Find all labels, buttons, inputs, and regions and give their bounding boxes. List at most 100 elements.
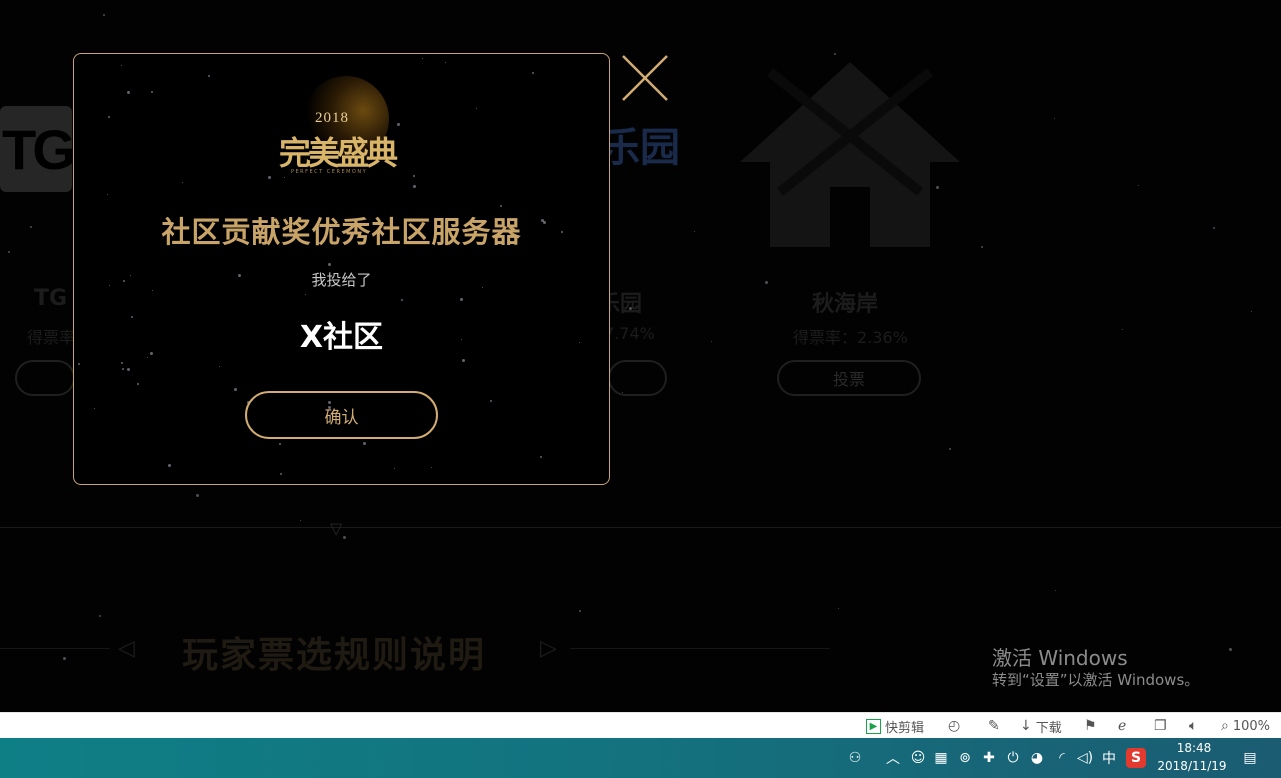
title-rule-right (570, 648, 830, 649)
server-logo-leyuan: 乐园 (600, 125, 680, 171)
quick-clip-label: 快剪辑 (885, 720, 925, 736)
flag-icon: ⚑ (1084, 718, 1097, 734)
card-name-tg: TG (34, 286, 68, 311)
window-icon: ❐ (1154, 718, 1167, 734)
star-speck (127, 368, 130, 371)
ime-indicator[interactable]: 中 (1099, 748, 1119, 768)
ie-icon: ℯ (1118, 718, 1127, 734)
star-speck (121, 65, 122, 66)
star-speck (1229, 648, 1232, 651)
server-logo-tg: TG (0, 106, 76, 192)
star-speck (63, 657, 66, 660)
star-speck (401, 299, 403, 301)
voted-choice: X社区 (299, 320, 384, 355)
speaker-icon: 🔈︎ (1189, 718, 1198, 734)
clock-date[interactable]: 2018/11/19 (1152, 759, 1232, 773)
steam-icon[interactable]: ⊚ (955, 748, 975, 768)
star-speck (280, 473, 282, 475)
magnifier-icon: ⌕ (1221, 718, 1229, 734)
chevron-up-icon[interactable]: ︿ (883, 748, 903, 768)
pin-icon: ✎ (988, 718, 1000, 734)
star-speck (78, 363, 80, 365)
star-speck (711, 341, 712, 342)
clock-time[interactable]: 18:48 (1164, 741, 1224, 755)
vote-button-qiuhaian[interactable]: 投票 (777, 360, 921, 396)
people-icon[interactable]: ⚇ (845, 748, 865, 768)
star-speck (500, 205, 502, 207)
star-speck (540, 456, 542, 458)
star-speck (532, 72, 534, 74)
browser-status-bar: ▶ 快剪辑 ◴ ✎ ↓ 下载 ⚑ ℯ ❐ 🔈︎ ⌕ 100% (0, 712, 1281, 738)
emblem-name: 完美盛典 (279, 134, 398, 172)
star-speck (268, 176, 271, 179)
confirm-button[interactable]: 确认 (245, 391, 438, 439)
section-divider (0, 527, 1281, 528)
rules-section-title: 玩家票选规则说明 (182, 635, 487, 676)
star-speck (151, 91, 153, 93)
vote-button-tg[interactable] (15, 360, 75, 396)
star-speck (152, 290, 153, 291)
window-button[interactable]: ❐ (1154, 717, 1167, 735)
star-speck (1213, 227, 1215, 229)
volume-button[interactable]: 🔈︎ (1189, 717, 1197, 735)
star-speck (168, 464, 171, 467)
windows-taskbar: ⚇ ︿ ☺ ▦ ⊚ ✚ ⏻ ◕ ◜ ◁) 中 S 18:48 2018/11/1… (0, 738, 1281, 778)
download-label: 下载 (1035, 720, 1062, 736)
star-speck (476, 108, 477, 109)
activate-windows-subtitle: 转到“设置”以激活 Windows。 (992, 671, 1200, 689)
wifi-icon[interactable]: ◜ (1052, 748, 1072, 768)
power-app-icon[interactable]: ⏻ (1003, 748, 1023, 768)
star-speck (182, 182, 183, 183)
voted-for-label: 我投给了 (311, 271, 372, 289)
star-speck (196, 494, 199, 497)
close-icon[interactable] (620, 53, 670, 103)
star-speck (838, 608, 839, 609)
star-speck (363, 442, 366, 445)
star-speck (981, 246, 983, 248)
star-speck (147, 357, 148, 358)
star-speck (1122, 329, 1123, 330)
download-button[interactable]: ↓ 下载 (1020, 717, 1062, 736)
card-rate-leyuan: 7.74% (604, 324, 655, 343)
star-speck (279, 443, 281, 445)
divider-triangle-icon: ▽ (330, 519, 343, 538)
star-speck (765, 281, 768, 284)
star-speck (107, 194, 108, 195)
flag-button[interactable]: ⚑ (1084, 717, 1097, 735)
zoom-button[interactable]: ⌕ 100% (1221, 717, 1270, 735)
house-logo-icon (740, 62, 960, 247)
sogou-ime-icon[interactable]: S (1126, 748, 1146, 768)
star-speck (460, 298, 463, 301)
vote-button-leyuan[interactable] (608, 360, 667, 396)
star-speck (694, 231, 695, 232)
star-speck (127, 91, 130, 94)
card-rate-tg: 得票率 (27, 328, 76, 347)
qq-penguin-icon[interactable]: ◕ (1027, 748, 1047, 768)
star-speck (1054, 118, 1055, 119)
star-speck (949, 448, 951, 450)
star-speck (30, 226, 32, 228)
star-speck (1138, 185, 1139, 186)
star-speck (1055, 590, 1056, 591)
pin-button[interactable]: ✎ (988, 717, 1000, 735)
star-speck (445, 62, 446, 63)
card-rate-qiuhaian: 得票率：2.36% (793, 328, 908, 347)
star-speck (413, 175, 415, 177)
star-speck (137, 383, 139, 385)
ie-mode-button[interactable]: ℯ (1118, 717, 1126, 735)
star-speck (305, 294, 306, 295)
notification-icon[interactable]: ▤ (1240, 748, 1260, 768)
star-speck (219, 366, 220, 367)
volume-icon[interactable]: ◁) (1075, 748, 1095, 768)
award-title: 社区贡献奖优秀社区服务器 (161, 215, 522, 249)
arrow-left-icon: ◁ (118, 636, 135, 661)
quick-clip-button[interactable]: ▶ 快剪辑 (866, 717, 925, 736)
user-app-icon[interactable]: ☺ (908, 748, 928, 768)
zoom-level: 100% (1232, 718, 1271, 734)
grid-app-icon[interactable]: ▦ (931, 748, 951, 768)
speed-button[interactable]: ◴ (948, 717, 960, 735)
plus-shield-icon[interactable]: ✚ (979, 748, 999, 768)
star-speck (413, 185, 416, 188)
star-speck (300, 520, 301, 521)
title-rule-left (0, 648, 110, 649)
